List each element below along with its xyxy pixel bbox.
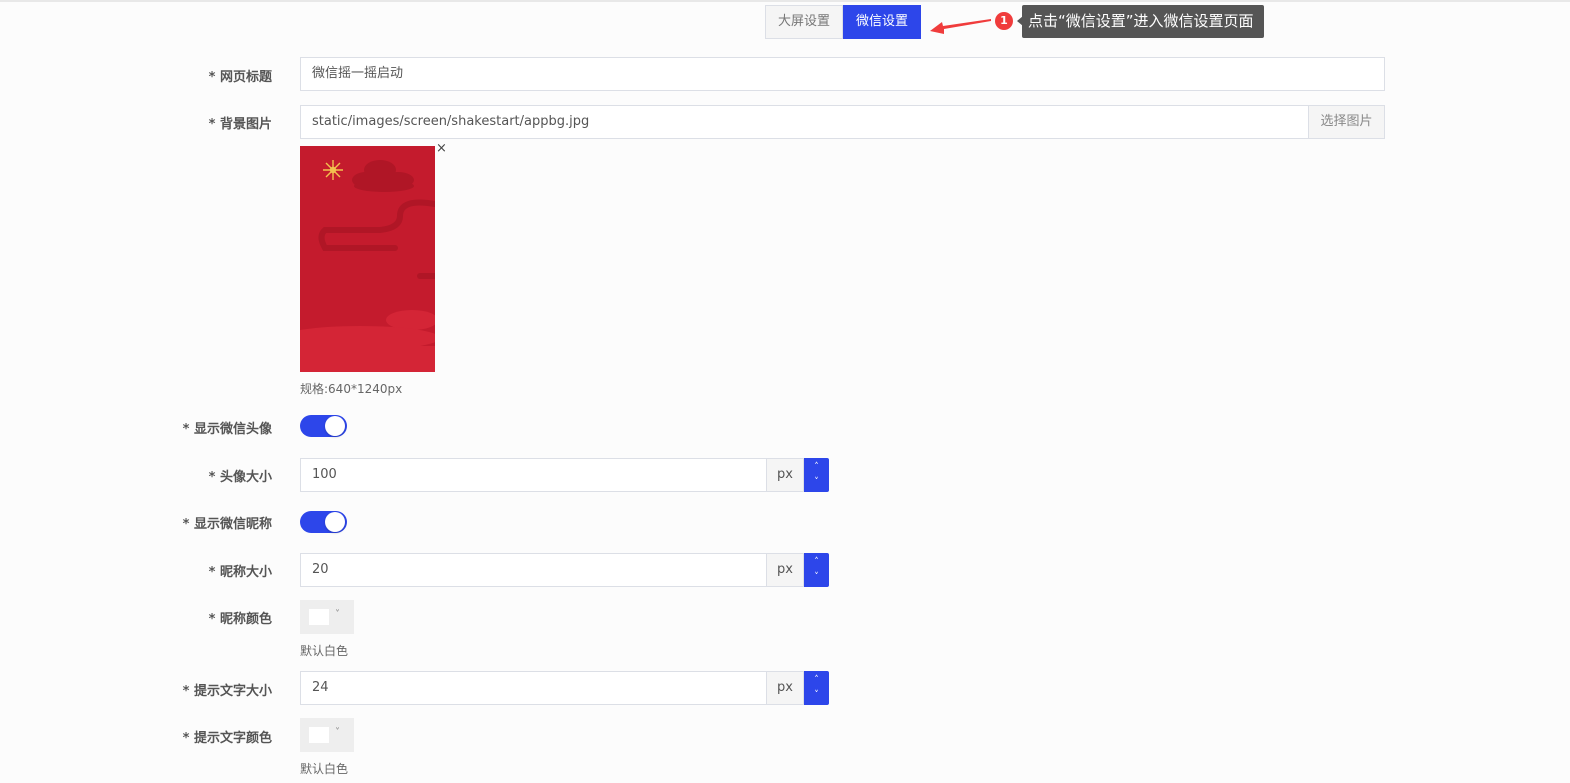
background-image-path-input[interactable]: static/images/screen/shakestart/appbg.jp…: [300, 105, 1309, 139]
tip-text-color-picker[interactable]: ˅: [300, 718, 354, 752]
avatar-size-stepper: ˄ ˅: [804, 458, 829, 492]
chevron-down-icon: ˅: [335, 727, 340, 738]
background-thumbnail-illustration: [300, 146, 435, 372]
annotation-tooltip: 点击“微信设置”进入微信设置页面: [1022, 5, 1264, 38]
tip-text-size-label: * 提示文字大小: [182, 684, 272, 699]
show-avatar-label: * 显示微信头像: [182, 422, 272, 437]
nickname-size-label: * 昵称大小: [208, 565, 272, 580]
nickname-color-hint: 默认白色: [300, 644, 349, 658]
avatar-size-label: * 头像大小: [208, 470, 272, 485]
nickname-size-stepper: ˄ ˅: [804, 553, 829, 587]
color-swatch: [309, 727, 329, 743]
tab-screen-settings[interactable]: 大屏设置: [765, 5, 844, 39]
increment-chevron-up-icon[interactable]: ˄: [804, 458, 829, 475]
page-title-label: * 网页标题: [208, 70, 272, 85]
nickname-size-unit: px: [767, 553, 804, 587]
background-image-label: * 背景图片: [208, 117, 272, 132]
decrement-chevron-down-icon[interactable]: ˅: [804, 570, 829, 587]
avatar-size-input[interactable]: 100: [300, 458, 767, 492]
image-spec-hint: 规格:640*1240px: [300, 382, 403, 396]
page-title-input[interactable]: 微信摇一摇启动: [300, 57, 1385, 91]
annotation-step-badge: 1: [995, 12, 1013, 30]
decrement-chevron-down-icon[interactable]: ˅: [804, 688, 829, 705]
nickname-color-label: * 昵称颜色: [208, 612, 272, 627]
tab-wechat-settings[interactable]: 微信设置: [843, 5, 922, 39]
remove-image-icon[interactable]: ×: [436, 142, 447, 156]
background-image-preview: [300, 146, 435, 372]
tip-text-size-unit: px: [767, 671, 804, 705]
tip-text-color-hint: 默认白色: [300, 762, 349, 776]
top-divider: [0, 0, 1570, 2]
tip-text-size-input[interactable]: 24: [300, 671, 767, 705]
show-avatar-toggle[interactable]: [300, 415, 347, 437]
nickname-size-input[interactable]: 20: [300, 553, 767, 587]
tip-text-color-label: * 提示文字颜色: [182, 731, 272, 746]
increment-chevron-up-icon[interactable]: ˄: [804, 553, 829, 570]
nickname-color-picker[interactable]: ˅: [300, 600, 354, 634]
color-swatch: [309, 609, 329, 625]
annotation-arrow-icon: [930, 19, 991, 34]
show-nickname-toggle[interactable]: [300, 511, 347, 533]
avatar-size-unit: px: [767, 458, 804, 492]
show-nickname-label: * 显示微信昵称: [182, 517, 272, 532]
increment-chevron-up-icon[interactable]: ˄: [804, 671, 829, 688]
chevron-down-icon: ˅: [335, 609, 340, 620]
decrement-chevron-down-icon[interactable]: ˅: [804, 475, 829, 492]
tip-text-size-stepper: ˄ ˅: [804, 671, 829, 705]
settings-tabs: 大屏设置 微信设置: [765, 5, 922, 39]
choose-image-button[interactable]: 选择图片: [1308, 105, 1385, 139]
